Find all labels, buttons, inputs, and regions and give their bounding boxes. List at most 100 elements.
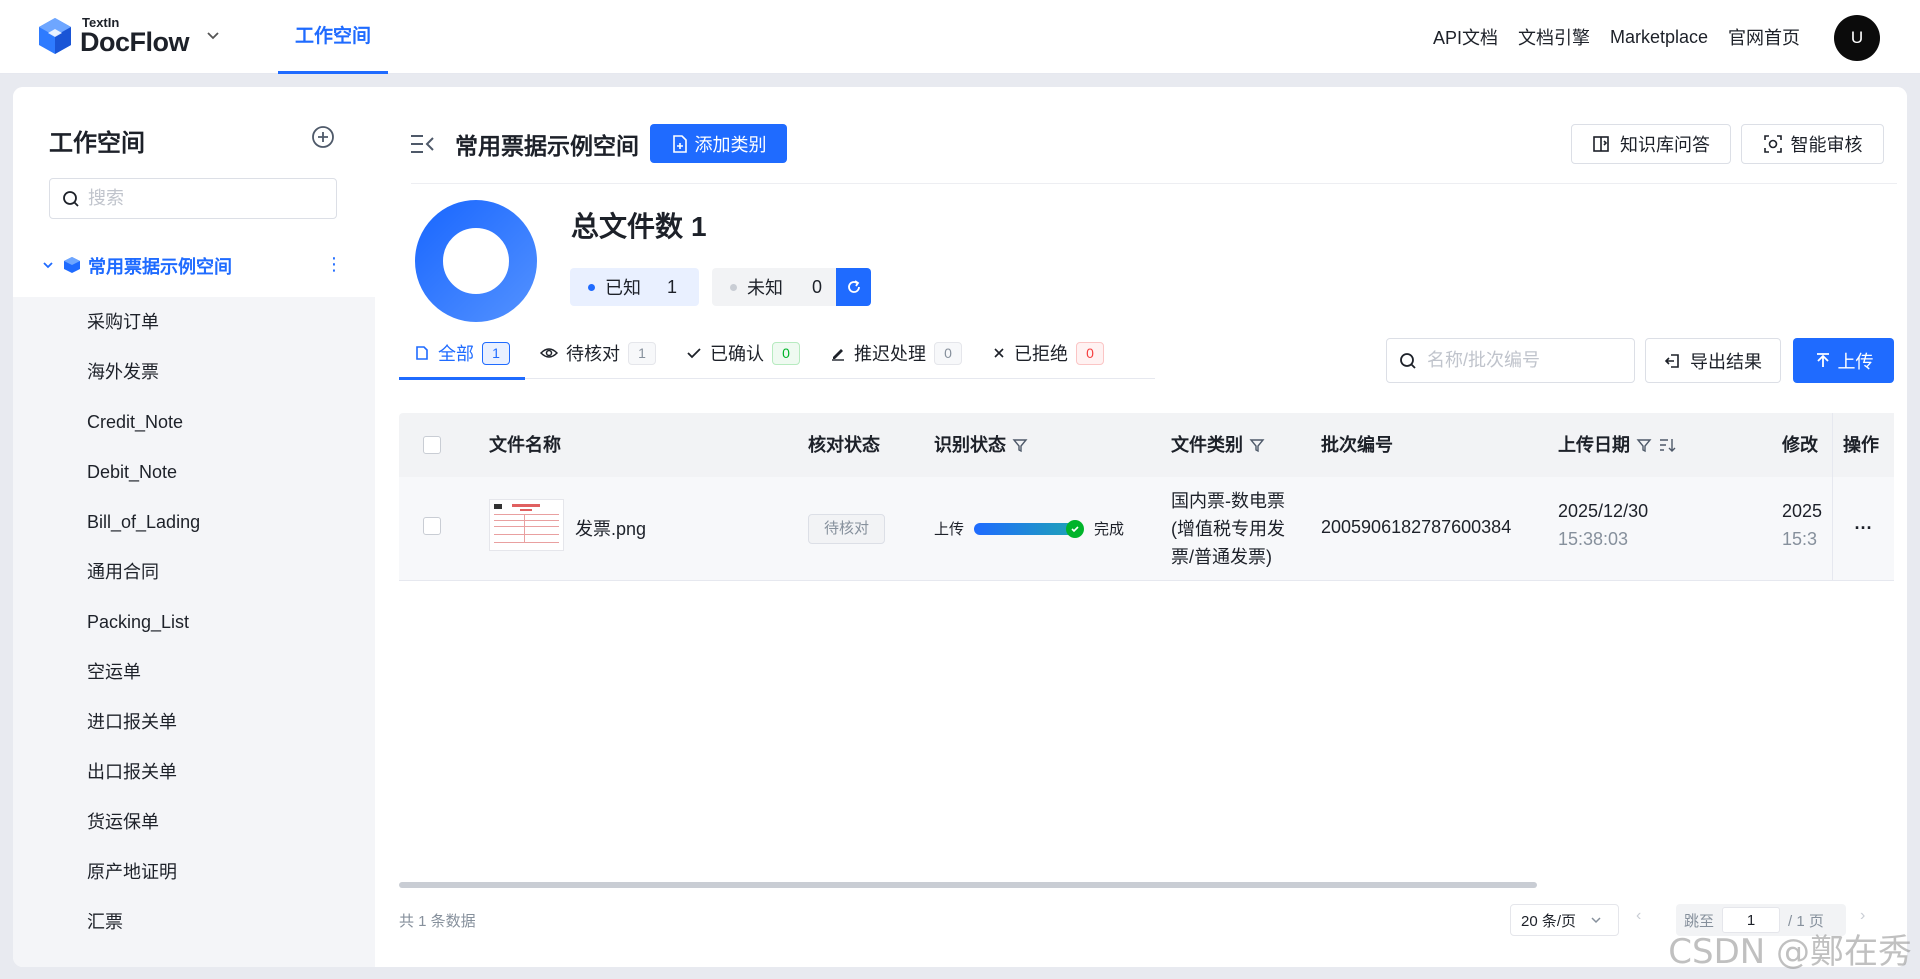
eye-icon [540, 348, 558, 358]
total-files-label: 总文件数 [571, 211, 684, 242]
table-row[interactable]: 发票.png 待核对 上传 完成 国内票-数电票(增值税专用发票/普通发票) 2… [399, 477, 1894, 581]
sidebar-item-category[interactable]: Debit_Note [13, 447, 375, 497]
tab-all[interactable]: 全部 1 [399, 327, 525, 380]
upload-label: 上传 [1837, 351, 1874, 372]
space-name: 常用票据示例空间 [88, 257, 232, 277]
upload-button[interactable]: 上传 [1793, 338, 1894, 383]
sidebar-item-category[interactable]: Packing_List [13, 597, 375, 647]
select-all-checkbox[interactable] [423, 436, 441, 454]
edit-icon [832, 349, 844, 361]
knowledge-qa-button[interactable]: 知识库问答 [1571, 124, 1731, 164]
docflow-logo[interactable]: TextIn DocFlow [38, 16, 190, 57]
col-modified: 修改 [1782, 413, 1818, 477]
file-thumbnail[interactable] [489, 499, 564, 551]
file-name[interactable]: 发票.png [575, 515, 646, 541]
check-circle-icon [1066, 519, 1085, 538]
file-stats-donut-chart [415, 200, 537, 322]
sidebar-search[interactable] [49, 178, 337, 219]
sidebar-item-category[interactable]: 海外发票 [13, 347, 375, 397]
logo-big-text: DocFlow [80, 27, 190, 57]
tab-deferred[interactable]: 推迟处理 0 [815, 327, 977, 379]
link-homepage[interactable]: 官网首页 [1728, 24, 1800, 50]
chevron-down-icon[interactable] [41, 258, 55, 272]
horizontal-scrollbar[interactable] [399, 882, 1537, 888]
file-category: 国内票-数电票(增值税专用发票/普通发票) [1171, 491, 1285, 567]
modified-date: 2025 [1782, 501, 1823, 521]
sidebar-item-category[interactable]: 采购订单 [13, 297, 375, 347]
tab-workspace[interactable]: 工作空间 [278, 0, 388, 74]
sidebar: 工作空间 常用票据示例空间 ⋮ 采购订单 海外发票 Credit_Note De… [13, 87, 375, 967]
top-navbar: TextIn DocFlow 工作空间 API文档 文档引擎 Marketpla… [0, 0, 1920, 74]
add-category-label: 添加类别 [694, 134, 767, 155]
chevron-down-icon[interactable] [204, 26, 222, 44]
collapse-sidebar-icon[interactable] [409, 133, 435, 155]
sidebar-search-input[interactable] [88, 188, 318, 209]
total-files: 总文件数 1 [571, 205, 707, 245]
link-doc-engine[interactable]: 文档引擎 [1518, 24, 1590, 50]
tab-pending[interactable]: 待核对 1 [525, 327, 671, 379]
filter-icon[interactable] [1012, 437, 1028, 453]
scan-icon [1763, 135, 1782, 153]
tab-count-badge: 0 [1076, 341, 1104, 365]
sort-icon[interactable] [1658, 437, 1676, 453]
filter-icon[interactable] [1636, 437, 1652, 453]
export-results-button[interactable]: 导出结果 [1645, 338, 1781, 383]
known-count: 1 [666, 276, 677, 297]
sidebar-item-category[interactable]: 空运单 [13, 647, 375, 697]
sidebar-item-category[interactable]: Bill_of_Lading [13, 497, 375, 547]
smart-audit-button[interactable]: 智能审核 [1741, 124, 1884, 164]
avatar[interactable]: U [1834, 15, 1880, 61]
add-category-button[interactable]: 添加类别 [650, 124, 787, 163]
total-files-count: 1 [691, 211, 707, 242]
sidebar-item-category[interactable]: 原产地证明 [13, 847, 375, 897]
export-results-label: 导出结果 [1690, 351, 1762, 372]
sidebar-item-category[interactable]: 货运保单 [13, 797, 375, 847]
file-search[interactable] [1386, 338, 1635, 383]
upload-date: 2025/12/30 [1558, 501, 1649, 521]
add-circle-icon[interactable] [311, 125, 335, 149]
sidebar-header: 工作空间 [13, 87, 375, 233]
link-api-docs[interactable]: API文档 [1433, 24, 1498, 50]
row-more-actions[interactable]: ··· [1832, 477, 1894, 580]
link-marketplace[interactable]: Marketplace [1610, 27, 1708, 48]
row-checkbox[interactable] [423, 517, 441, 535]
workspace-panel: 工作空间 常用票据示例空间 ⋮ 采购订单 海外发票 Credit_Note De… [13, 87, 1907, 967]
prev-page-icon[interactable]: ‹ [1636, 907, 1641, 925]
unknown-stat[interactable]: 未知 0 [712, 268, 836, 306]
category-list: 采购订单 海外发票 Credit_Note Debit_Note Bill_of… [13, 297, 375, 947]
page-size-select[interactable]: 20 条/页 [1510, 904, 1619, 936]
chevron-down-icon [1591, 917, 1601, 924]
more-vertical-icon[interactable]: ⋮ [325, 252, 343, 276]
sidebar-item-category[interactable]: 进口报关单 [13, 697, 375, 747]
cube-icon [64, 257, 80, 273]
col-category: 文件类别 [1171, 413, 1265, 477]
unknown-count: 0 [811, 276, 822, 297]
total-count-text: 共 1 条数据 [399, 913, 476, 930]
known-dot [588, 283, 595, 291]
tab-confirmed[interactable]: 已确认 0 [671, 327, 815, 379]
tab-rejected[interactable]: 已拒绝 0 [977, 327, 1119, 379]
sidebar-space-item[interactable]: 常用票据示例空间 ⋮ [13, 233, 375, 297]
column-header: 识别状态 [934, 435, 1006, 455]
next-page-icon[interactable]: › [1860, 907, 1865, 925]
sidebar-item-category[interactable]: 汇票 [13, 897, 375, 947]
filter-icon[interactable] [1249, 437, 1265, 453]
files-table: 文件名称 核对状态 识别状态 文件类别 批次编号 上传日期 修改 操作 发票.p… [399, 413, 1894, 581]
refresh-icon [847, 280, 860, 293]
tab-count-badge: 0 [934, 341, 962, 365]
batch-number: 2005906182787600384 [1321, 517, 1512, 537]
tab-count-badge: 0 [772, 341, 800, 365]
column-header: 批次编号 [1321, 435, 1393, 455]
column-header: 修改 [1782, 435, 1818, 455]
file-icon [416, 346, 428, 360]
sidebar-item-category[interactable]: Credit_Note [13, 397, 375, 447]
file-search-input[interactable] [1427, 350, 1627, 371]
known-stat[interactable]: 已知 1 [570, 268, 699, 306]
sidebar-item-category[interactable]: 出口报关单 [13, 747, 375, 797]
upload-time: 15:38:03 [1558, 529, 1629, 549]
tab-count-badge: 1 [482, 341, 510, 365]
divider [411, 183, 1897, 184]
unknown-label: 未知 [747, 278, 783, 298]
refresh-button[interactable] [836, 268, 871, 306]
sidebar-item-category[interactable]: 通用合同 [13, 547, 375, 597]
